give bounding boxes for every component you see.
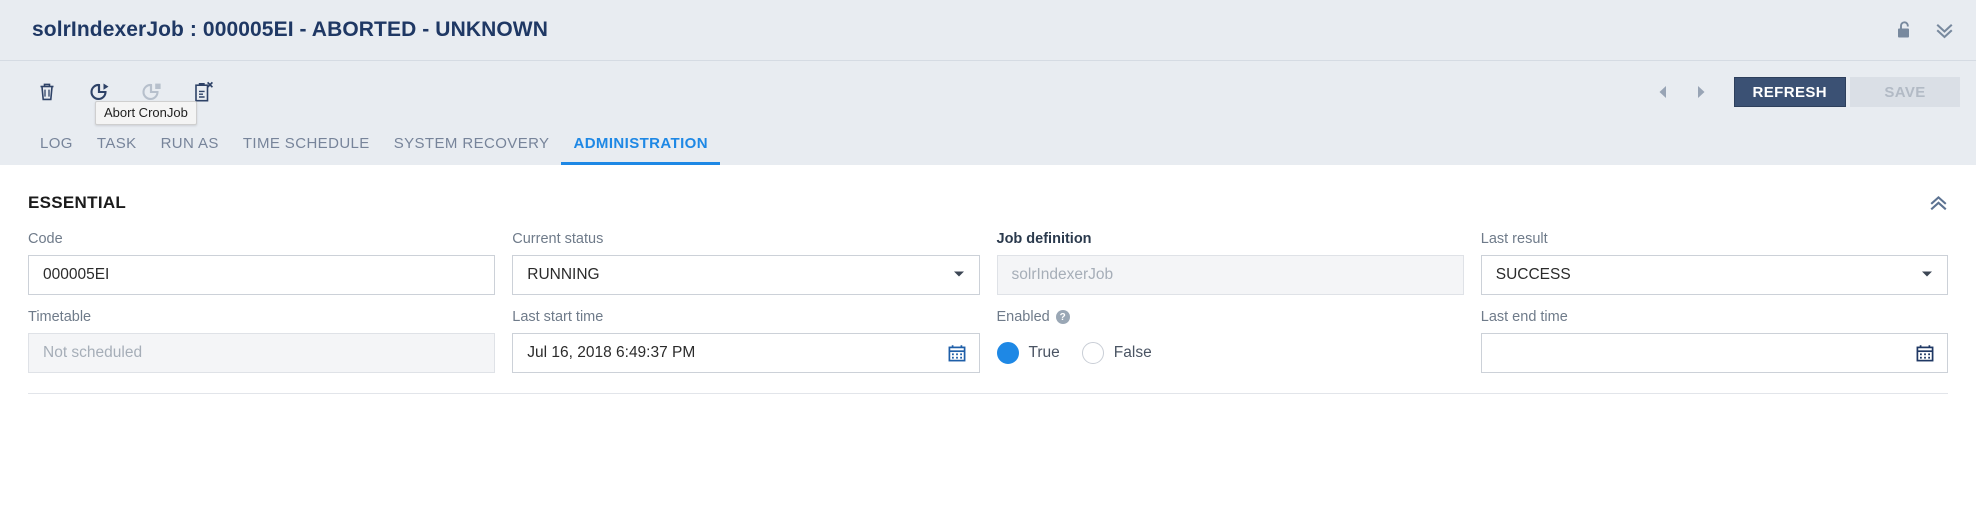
tab-administration[interactable]: ADMINISTRATION [561, 135, 720, 165]
next-arrow-icon[interactable] [1682, 76, 1720, 108]
essential-section-header: ESSENTIAL [28, 165, 1948, 213]
field-last-end-time: Last end time [1480, 309, 1948, 387]
chevron-double-down-icon[interactable] [1935, 21, 1954, 40]
radio-false-indicator [1081, 342, 1104, 364]
tab-time-schedule[interactable]: TIME SCHEDULE [231, 135, 382, 165]
enabled-label-text: Enabled [996, 309, 1050, 325]
last-end-time-input[interactable] [1480, 333, 1948, 373]
current-status-value: RUNNING [527, 266, 600, 283]
help-icon[interactable]: ? [1055, 310, 1070, 324]
save-button: SAVE [1850, 77, 1960, 107]
field-enabled: Enabled ? True False [996, 309, 1464, 387]
timetable-input: Not scheduled [28, 333, 496, 373]
radio-true-label: True [1028, 344, 1060, 361]
tab-system-recovery[interactable]: SYSTEM RECOVERY [382, 135, 562, 165]
calendar-icon[interactable] [948, 344, 966, 362]
administration-panel: ESSENTIAL Code 000005EI Current status R… [0, 165, 1976, 394]
radio-true-indicator [996, 342, 1019, 364]
chevron-down-icon [953, 270, 965, 281]
enabled-label: Enabled ? [997, 309, 1464, 325]
field-last-result: Last result SUCCESS [1480, 231, 1948, 309]
field-last-start-time: Last start time Jul 16, 2018 6:49:37 PM [512, 309, 980, 387]
tab-run-as[interactable]: RUN AS [149, 135, 231, 165]
radio-enabled-true[interactable]: True [996, 342, 1060, 364]
cronjob-detail-page: solrIndexerJob : 000005EI - ABORTED - UN… [0, 0, 1976, 506]
section-title: ESSENTIAL [28, 193, 127, 212]
unlock-icon[interactable] [1896, 21, 1913, 40]
toolbar-right-group: REFRESH SAVE [1644, 76, 1960, 108]
chevron-down-icon [1921, 270, 1933, 281]
last-end-time-label: Last end time [1480, 309, 1568, 325]
last-start-time-label: Last start time [512, 309, 604, 325]
tab-bar: LOG TASK RUN AS TIME SCHEDULE SYSTEM REC… [0, 123, 1976, 165]
header-actions [1896, 21, 1954, 40]
current-status-select[interactable]: RUNNING [512, 255, 980, 295]
radio-enabled-false[interactable]: False [1081, 342, 1152, 364]
previous-arrow-icon[interactable] [1644, 76, 1682, 108]
last-result-select[interactable]: SUCCESS [1480, 255, 1948, 295]
timetable-label: Timetable [28, 309, 92, 325]
enabled-radio-group: True False [996, 333, 1464, 373]
code-value: 000005EI [43, 266, 110, 283]
chevron-double-up-icon[interactable] [1929, 195, 1948, 212]
section-divider [28, 393, 1948, 394]
last-result-value: SUCCESS [1495, 266, 1571, 283]
code-label: Code [28, 231, 63, 247]
abort-cronjob-tooltip: Abort CronJob [95, 101, 197, 125]
essential-form: Code 000005EI Current status RUNNING Job… [28, 231, 1948, 387]
last-start-time-value: Jul 16, 2018 6:49:37 PM [527, 344, 696, 361]
last-result-label: Last result [1480, 231, 1548, 247]
field-code: Code 000005EI [28, 231, 496, 309]
delete-icon[interactable] [34, 79, 60, 105]
tab-log[interactable]: LOG [28, 135, 85, 165]
tab-task[interactable]: TASK [85, 135, 149, 165]
job-definition-label: Job definition [996, 231, 1092, 247]
radio-false-label: False [1113, 344, 1152, 361]
timetable-placeholder: Not scheduled [43, 344, 143, 361]
field-job-definition: Job definition solrIndexerJob [996, 231, 1464, 309]
refresh-button[interactable]: REFRESH [1733, 77, 1846, 107]
field-timetable: Timetable Not scheduled [28, 309, 496, 387]
action-toolbar: Abort CronJob REFRESH SAVE [0, 60, 1976, 125]
job-definition-placeholder: solrIndexerJob [1011, 266, 1114, 283]
code-input[interactable]: 000005EI [28, 255, 496, 295]
field-current-status: Current status RUNNING [512, 231, 980, 309]
calendar-icon[interactable] [1916, 344, 1934, 362]
page-header: solrIndexerJob : 000005EI - ABORTED - UN… [0, 0, 1976, 60]
job-definition-input: solrIndexerJob [996, 255, 1464, 295]
page-title: solrIndexerJob : 000005EI - ABORTED - UN… [32, 18, 548, 41]
last-start-time-input[interactable]: Jul 16, 2018 6:49:37 PM [512, 333, 980, 373]
current-status-label: Current status [512, 231, 604, 247]
